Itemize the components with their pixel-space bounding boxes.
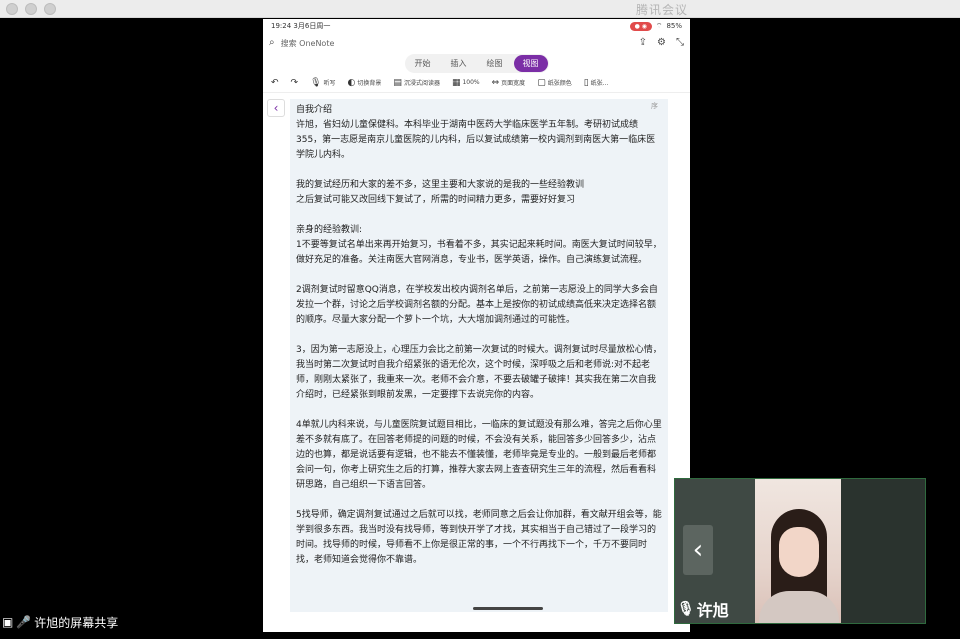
page-color-icon: ▢ [537, 77, 546, 88]
note-title: 自我介绍 [296, 105, 333, 115]
collapse-icon[interactable]: ⤡ [676, 38, 684, 48]
note-paragraph: 2调剂复试时留意QQ消息，在学校发出校内调剂名单后，之前第一志愿没上的同学大多会… [296, 285, 658, 325]
switch-bg-icon: ◐ [347, 77, 356, 88]
share-icon[interactable]: ⇪ [639, 38, 647, 48]
note-paragraph: 我的复试经历和大家的差不多，这里主要和大家说的是我的一些经验教训 之后复试可能又… [296, 180, 585, 205]
toolbar-label: 切换背景 [357, 80, 382, 87]
screen-share-icon: ▣ [2, 615, 14, 629]
shared-screen: 19:24 3月6日周一 ● ◉ ⌔ 85% ⌕ 搜索 OneNote ⇪ ⚙ … [263, 19, 690, 632]
immersive-reader-icon: ▤ [393, 77, 402, 88]
onenote-topbar: ⌕ 搜索 OneNote ⇪ ⚙ ⤡ [263, 33, 690, 53]
toolbar-label: 纸张... [590, 80, 609, 87]
battery-level: 85% [666, 22, 682, 30]
participant-label: 🎙 许旭 [677, 597, 729, 621]
microphone-icon: 🎤 [16, 615, 32, 629]
tab-2[interactable]: 绘图 [478, 55, 512, 72]
toolbar-label: 100% [462, 79, 480, 86]
note-page[interactable]: 序 自我介绍 许旭，省妇幼儿童保健科。本科毕业于湖南中医药大学临床医学五年制。考… [290, 99, 668, 612]
paper-style-icon: ▯ [583, 77, 589, 88]
dictate-icon: 🎙 [310, 77, 322, 88]
ribbon-tabs: 开始 插入 绘图 视图 [263, 53, 690, 73]
search-icon[interactable]: ⌕ [269, 38, 275, 48]
webcam-right-panel [841, 479, 925, 623]
redo-icon: ↷ [290, 77, 299, 88]
undo-icon: ↶ [271, 77, 279, 88]
toolbar-label: 纸张颜色 [547, 80, 572, 87]
recording-indicator-icon: ● ◉ [629, 21, 652, 31]
note-paragraph: 亲身的经验教训: 1不要等复试名单出来再开始复习，书看着不多，其实记起来耗时间。… [296, 225, 662, 265]
toolbar-item-8[interactable]: ▯ 纸张... [584, 78, 609, 88]
screen-share-label: 许旭的屏幕共享 [34, 615, 119, 630]
corner-mark: 序 [651, 102, 658, 110]
close-window-button[interactable] [6, 3, 18, 15]
view-toolbar: ↶ ↷ 🎙 听写 ◐ 切换背景 ▤ 沉浸式阅读器 ▦ 100% ⇔ 页面宽度 ▢ 纸张颜色 ▯ 纸张... [263, 73, 690, 93]
toolbar-label: 页面宽度 [501, 80, 526, 87]
chevron-left-icon[interactable]: ‹ [683, 525, 713, 575]
zoom-icon: ▦ [451, 77, 461, 88]
microphone-icon: 🎙 [677, 601, 695, 617]
toolbar-item-7[interactable]: ▢ 纸张颜色 [537, 78, 572, 88]
app-title: 腾讯会议 [635, 3, 688, 17]
page-width-icon: ⇔ [491, 77, 500, 88]
note-paragraph: 许旭，省妇幼儿童保健科。本科毕业于湖南中医药大学临床医学五年制。考研初试成绩35… [296, 120, 656, 160]
toolbar-item-6[interactable]: ⇔ 页面宽度 [492, 78, 526, 88]
toolbar-item-0[interactable]: ↶ [271, 78, 279, 88]
settings-icon[interactable]: ⚙ [657, 38, 666, 48]
back-chevron-icon[interactable]: ‹ [267, 99, 285, 117]
note-paragraph: 4单就儿内科来说，与儿童医院复试题目相比，一临床的复试题没有那么难，答完之后你心… [296, 420, 662, 490]
tab-1[interactable]: 插入 [442, 55, 476, 72]
status-time: 19:24 [271, 22, 292, 30]
webcam-tile[interactable]: ‹ 🎙 许旭 [674, 478, 926, 624]
toolbar-item-3[interactable]: ◐ 切换背景 [348, 78, 382, 88]
note-paragraph: 3，因为第一志愿没上，心理压力会比之前第一次复试的时候大。调剂复试时尽量放松心情… [296, 345, 662, 400]
home-indicator [473, 607, 543, 610]
toolbar-item-2[interactable]: 🎙 听写 [310, 78, 335, 88]
note-paragraph: 5找导师，确定调剂复试通过之后就可以找，老师同意之后会让你加群，看文献开组会等，… [296, 510, 662, 565]
toolbar-item-1[interactable]: ↷ [291, 78, 299, 88]
screen-share-caption: ▣ 🎤 许旭的屏幕共享 [0, 612, 118, 632]
note-area: ‹ 序 自我介绍 许旭，省妇幼儿童保健科。本科毕业于湖南中医药大学临床医学五年制… [263, 93, 690, 612]
wifi-icon: ⌔ [655, 21, 663, 30]
tab-3[interactable]: 视图 [513, 54, 548, 72]
toolbar-item-5[interactable]: ▦ 100% [452, 78, 480, 88]
window-titlebar: 腾讯会议 [0, 0, 960, 18]
minimize-window-button[interactable] [25, 3, 37, 15]
participant-video [755, 479, 841, 623]
toolbar-label: 沉浸式阅读器 [403, 80, 440, 87]
toolbar-item-4[interactable]: ▤ 沉浸式阅读器 [393, 78, 440, 88]
search-input[interactable]: 搜索 OneNote [281, 38, 633, 49]
status-date: 3月6日周一 [293, 22, 331, 30]
zoom-window-button[interactable] [44, 3, 56, 15]
toolbar-label: 听写 [323, 80, 336, 87]
tab-0[interactable]: 开始 [406, 55, 440, 72]
participant-name: 许旭 [696, 601, 729, 620]
phone-status-bar: 19:24 3月6日周一 ● ◉ ⌔ 85% [263, 19, 690, 33]
